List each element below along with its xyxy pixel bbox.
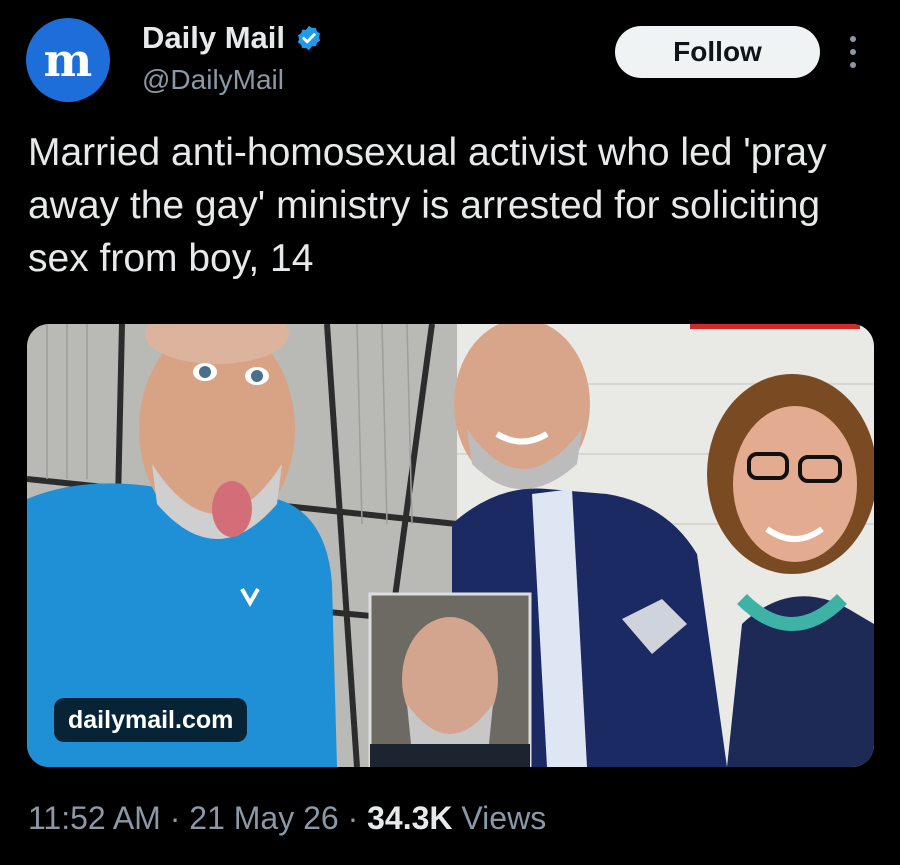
dot (850, 36, 856, 42)
author-name-row[interactable]: Daily Mail (142, 20, 323, 56)
tweet-date[interactable]: 21 May 26 (189, 800, 338, 836)
views-count[interactable]: 34.3K (367, 800, 452, 836)
tweet-time[interactable]: 11:52 AM (28, 800, 161, 836)
meta-separator: · (338, 800, 368, 836)
meta-separator: · (160, 800, 190, 836)
follow-button[interactable]: Follow (615, 26, 820, 78)
link-source-label[interactable]: dailymail.com (54, 698, 248, 742)
avatar-logo: m (43, 33, 93, 87)
dot (850, 49, 856, 55)
more-options-icon[interactable] (846, 36, 860, 72)
avatar[interactable]: m (26, 18, 110, 102)
author-name[interactable]: Daily Mail (142, 20, 285, 56)
author-handle[interactable]: @DailyMail (142, 64, 284, 96)
tweet-text: Married anti-homosexual activist who led… (28, 131, 827, 280)
verified-badge-icon (297, 25, 321, 51)
tweet-meta: 11:52 AM · 21 May 26 · 34.3K Views (28, 800, 546, 837)
views-label: Views (452, 800, 547, 836)
dot (850, 62, 856, 68)
